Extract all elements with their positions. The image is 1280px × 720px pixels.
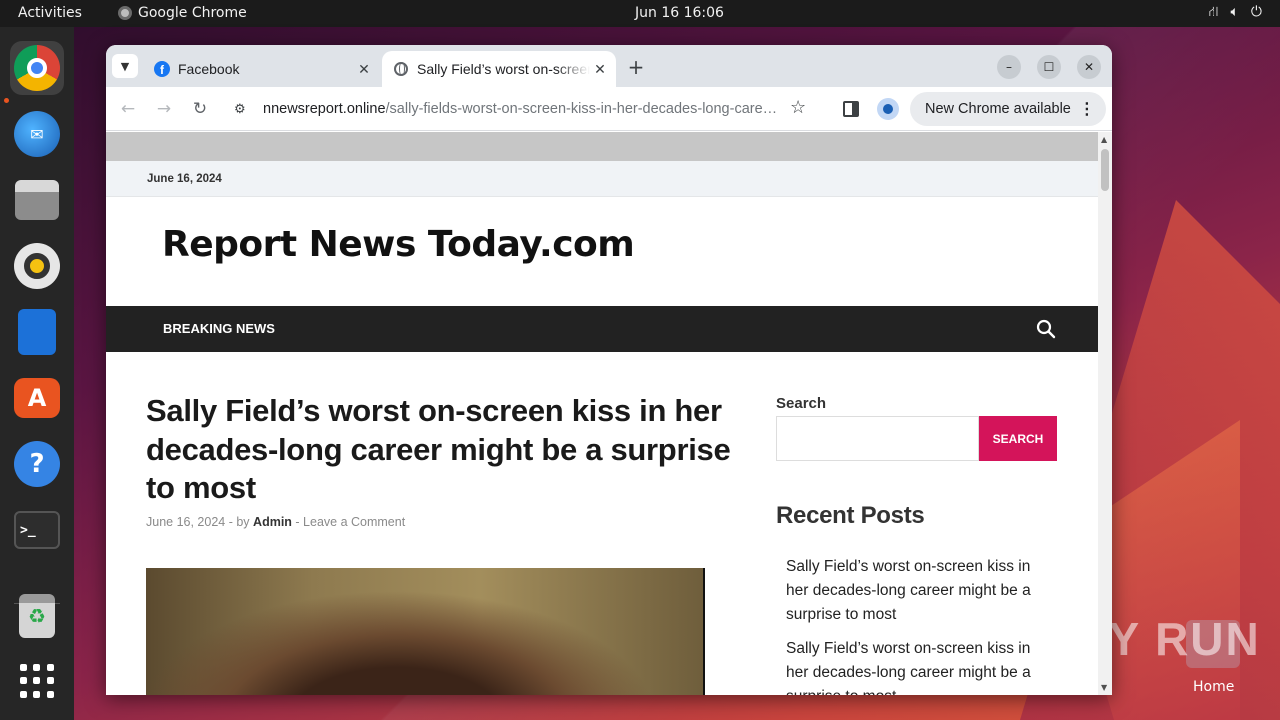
kebab-menu-icon: ⋮ <box>1078 101 1095 118</box>
byline-prefix: by <box>236 515 250 529</box>
article-meta: June 16, 2024 - by Admin - Leave a Comme… <box>146 515 405 529</box>
dock-files[interactable] <box>10 173 64 227</box>
app-menu[interactable]: Google Chrome <box>118 5 247 21</box>
main-navigation: BREAKING NEWS <box>106 306 1098 352</box>
dock-app-center[interactable]: A <box>10 371 64 425</box>
dock-trash[interactable]: ♻ <box>10 589 64 643</box>
dock-chrome[interactable] <box>10 41 64 95</box>
tab-facebook[interactable]: f Facebook ✕ <box>144 51 380 87</box>
maximize-icon: ☐ <box>1043 60 1055 74</box>
browser-window: ▼ f Facebook ✕ Sally Field’s worst on-sc… <box>106 45 1112 695</box>
back-button[interactable]: ← <box>116 97 140 121</box>
side-panel-icon[interactable] <box>843 101 859 117</box>
rhythmbox-icon <box>14 243 60 289</box>
dock-terminal[interactable]: >_ <box>10 503 64 557</box>
trash-icon: ♻ <box>19 594 55 638</box>
files-icon <box>15 180 59 220</box>
recent-posts-list: Sally Field’s worst on-screen kiss in he… <box>786 555 1046 695</box>
tab-strip: ▼ f Facebook ✕ Sally Field’s worst on-sc… <box>106 45 1112 87</box>
dock-rhythmbox[interactable] <box>10 239 64 293</box>
date-bar: June 16, 2024 <box>106 161 1098 197</box>
show-apps-icon <box>20 664 54 698</box>
chrome-icon <box>118 6 132 20</box>
help-icon: ? <box>14 441 60 487</box>
page-viewport: June 16, 2024 Report News Today.com BREA… <box>106 132 1098 695</box>
sidebar-search-button[interactable]: SEARCH <box>979 416 1057 461</box>
tab-article[interactable]: Sally Field’s worst on-screen kiss in he… <box>382 51 616 87</box>
recent-post-link[interactable]: Sally Field’s worst on-screen kiss in he… <box>786 637 1046 695</box>
facebook-icon: f <box>154 61 170 77</box>
dock: ✉ A ? >_ ♻ <box>0 27 74 720</box>
article-hero-image <box>146 568 705 695</box>
activities-button[interactable]: Activities <box>18 5 82 21</box>
url-path: /sally-fields-worst-on-screen-kiss-in-he… <box>385 101 782 117</box>
chevron-down-icon: ▼ <box>120 59 130 73</box>
top-bar: Activities Google Chrome Jun 16 16:06 ⛙ … <box>0 0 1280 27</box>
nav-breaking-news[interactable]: BREAKING NEWS <box>163 321 275 336</box>
recent-post-link[interactable]: Sally Field’s worst on-screen kiss in he… <box>786 555 1046 627</box>
arrow-left-icon: ← <box>120 99 136 119</box>
meta-separator: - <box>225 515 237 529</box>
scroll-up-icon[interactable]: ▲ <box>1101 135 1107 144</box>
recent-posts-heading: Recent Posts <box>776 502 925 529</box>
header-date: June 16, 2024 <box>147 173 222 185</box>
meta-separator: - <box>291 515 304 529</box>
sidebar-search-input[interactable] <box>776 416 979 461</box>
thunderbird-icon: ✉ <box>14 111 60 157</box>
clock[interactable]: Jun 16 16:06 <box>635 5 724 21</box>
chrome-icon <box>14 45 60 91</box>
new-tab-button[interactable]: + <box>624 55 648 79</box>
home-folder-label: Home <box>1193 679 1235 695</box>
close-icon: ✕ <box>1083 60 1095 74</box>
power-icon: ⏻ <box>1250 4 1262 20</box>
top-ad-bar <box>106 132 1098 161</box>
person-icon <box>883 104 893 114</box>
tab-title: Sally Field’s worst on-screen kiss in he… <box>417 61 590 77</box>
profile-avatar[interactable] <box>877 98 899 120</box>
terminal-icon: >_ <box>14 511 60 549</box>
bookmark-star-icon[interactable]: ☆ <box>790 97 806 118</box>
article-author[interactable]: Admin <box>253 515 292 529</box>
close-icon[interactable]: ✕ <box>354 59 374 79</box>
dock-thunderbird[interactable]: ✉ <box>10 107 64 161</box>
article-title: Sally Field’s worst on-screen kiss in he… <box>146 393 731 505</box>
scroll-thumb[interactable] <box>1101 149 1109 191</box>
page-scrollbar[interactable]: ▲ ▼ <box>1098 132 1112 695</box>
update-chrome-button[interactable]: New Chrome available ⋮ <box>910 92 1106 126</box>
minimize-icon: – <box>1006 60 1012 74</box>
close-icon[interactable]: ✕ <box>590 59 610 79</box>
network-icon: ⛙ <box>1208 4 1219 20</box>
sidebar-search-label: Search <box>776 395 827 412</box>
arrow-right-icon: → <box>156 99 172 119</box>
site-title[interactable]: Report News Today.com <box>162 224 635 265</box>
url-host: nnewsreport.online <box>263 101 386 117</box>
close-window-button[interactable]: ✕ <box>1077 55 1101 79</box>
browser-toolbar: ← → ↻ ⚙ nnewsreport.online /sally-fields… <box>106 87 1112 131</box>
running-indicator <box>4 98 9 103</box>
update-label: New Chrome available <box>925 101 1071 117</box>
maximize-button[interactable]: ☐ <box>1037 55 1061 79</box>
leave-comment-link[interactable]: Leave a Comment <box>303 515 405 529</box>
tab-title: Facebook <box>178 61 240 77</box>
forward-button[interactable]: → <box>152 97 176 121</box>
dock-writer[interactable] <box>10 305 64 359</box>
tab-search-button[interactable]: ▼ <box>112 54 138 78</box>
app-center-icon: A <box>14 378 60 418</box>
scroll-down-icon[interactable]: ▼ <box>1101 683 1107 692</box>
search-icon[interactable] <box>1036 319 1056 339</box>
address-bar[interactable]: ⚙ nnewsreport.online /sally-fields-worst… <box>226 93 826 125</box>
volume-icon: 🔈︎ <box>1230 4 1239 20</box>
globe-icon <box>394 62 408 76</box>
dock-help[interactable]: ? <box>10 437 64 491</box>
minimize-button[interactable]: – <box>997 55 1021 79</box>
writer-icon <box>18 309 56 355</box>
app-name: Google Chrome <box>138 5 247 21</box>
show-apps-button[interactable] <box>10 654 64 708</box>
reload-icon: ↻ <box>192 99 208 119</box>
site-info-icon[interactable]: ⚙ <box>234 101 250 117</box>
reload-button[interactable]: ↻ <box>188 97 212 121</box>
system-status[interactable]: ⛙ 🔈︎ ⏻ <box>1209 4 1262 22</box>
article-date[interactable]: June 16, 2024 <box>146 515 225 529</box>
